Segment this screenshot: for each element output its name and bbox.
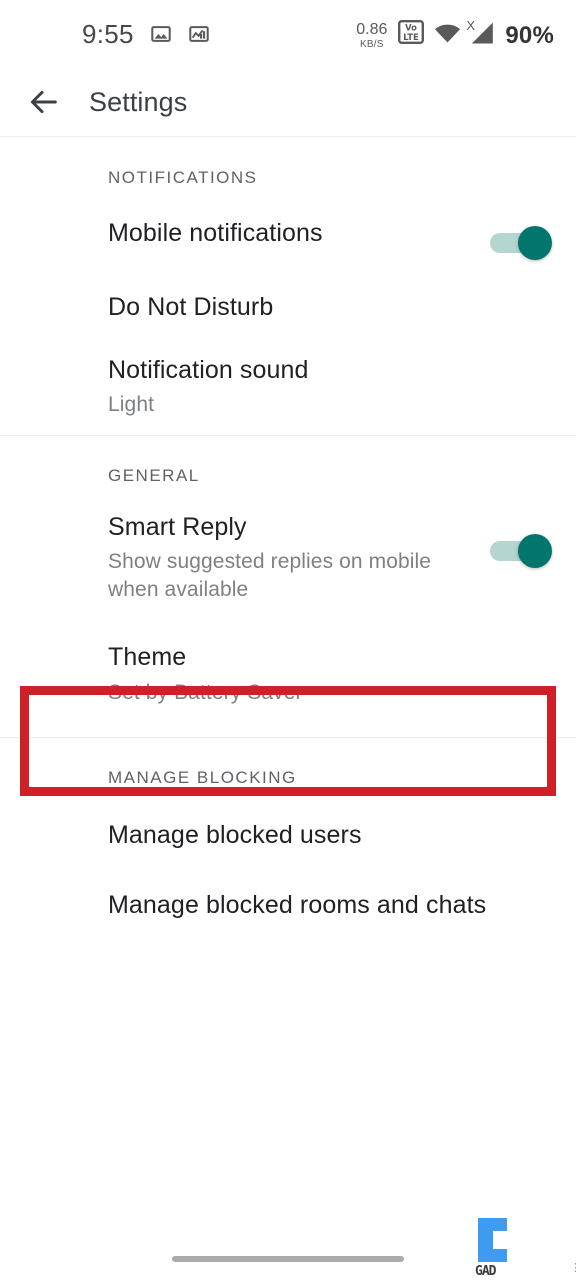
section-general: GENERAL Smart Reply Show suggested repli…: [0, 436, 576, 738]
volte-icon: Vo LTE: [398, 19, 425, 50]
row-text: Theme Set by Battery Saver: [108, 642, 552, 706]
watermark-shape-top: [493, 1218, 507, 1231]
row-do-not-disturb[interactable]: Do Not Disturb: [0, 276, 576, 339]
row-manage-blocked-users[interactable]: Manage blocked users: [0, 802, 576, 873]
section-manage-blocking: MANAGE BLOCKING Manage blocked users Man…: [0, 738, 576, 943]
network-speed-indicator: 0.86 KB/S: [356, 20, 388, 50]
status-bar-left: 9:55: [82, 19, 210, 50]
section-notifications: NOTIFICATIONS Mobile notifications Do No…: [0, 138, 576, 436]
toggle-knob: [518, 226, 552, 260]
settings-list: NOTIFICATIONS Mobile notifications Do No…: [0, 138, 576, 943]
row-title: Mobile notifications: [108, 219, 323, 247]
system-nav-bar: [0, 1238, 576, 1280]
row-title: Manage blocked users: [108, 820, 362, 849]
row-smart-reply[interactable]: Smart Reply Show suggested replies on mo…: [0, 500, 576, 616]
app-bar: Settings: [0, 68, 576, 137]
row-text: Do Not Disturb: [108, 292, 552, 323]
row-text: Mobile notifications: [108, 218, 490, 249]
row-notification-sound[interactable]: Notification sound Light: [0, 339, 576, 435]
row-text: Manage blocked users: [108, 820, 552, 851]
toggle-smart-reply[interactable]: [490, 533, 552, 568]
phone-screen: 9:55 0.86 KB/S Vo LTE X 90% Settings NOT…: [0, 0, 576, 1280]
row-subtitle: Light: [108, 393, 155, 416]
status-time: 9:55: [82, 18, 134, 49]
network-speed-value: 0.86: [356, 20, 388, 38]
row-title: Do Not Disturb: [108, 293, 274, 321]
signal-bars-icon: X: [466, 18, 495, 50]
section-header-general: GENERAL: [108, 465, 200, 485]
battery-percent: 90%: [505, 21, 554, 49]
row-text: Manage blocked rooms and chats: [108, 890, 552, 921]
status-bar: 9:55 0.86 KB/S Vo LTE X 90%: [0, 0, 576, 68]
row-title: Smart Reply: [108, 512, 247, 541]
toggle-mobile-notifications[interactable]: [490, 226, 552, 260]
row-subtitle: Set by Battery Saver: [108, 680, 303, 704]
image-icon: [150, 23, 172, 45]
network-speed-unit: KB/S: [359, 38, 384, 50]
home-gesture-pill[interactable]: [172, 1256, 404, 1262]
row-theme[interactable]: Theme Set by Battery Saver: [0, 616, 576, 736]
svg-text:LTE: LTE: [404, 32, 420, 42]
row-mobile-notifications[interactable]: Mobile notifications: [0, 202, 576, 276]
section-header-manage-blocking: MANAGE BLOCKING: [108, 767, 297, 787]
row-manage-blocked-rooms-and-chats[interactable]: Manage blocked rooms and chats: [0, 872, 576, 943]
page-title: Settings: [89, 86, 188, 117]
stocks-chart-icon: [188, 23, 210, 45]
row-text: Notification sound Light: [108, 355, 552, 419]
back-arrow-icon[interactable]: [22, 80, 66, 124]
wifi-icon: [434, 23, 461, 50]
status-bar-right: 0.86 KB/S Vo LTE X 90%: [356, 18, 554, 50]
row-title: Notification sound: [108, 355, 309, 384]
row-title: Manage blocked rooms and chats: [108, 891, 487, 920]
toggle-knob: [518, 533, 552, 568]
signal-no-service-badge: X: [466, 17, 476, 33]
row-title: Theme: [108, 643, 187, 672]
row-text: Smart Reply Show suggested replies on mo…: [108, 512, 490, 604]
section-header-notifications: NOTIFICATIONS: [108, 168, 258, 187]
row-subtitle: Show suggested replies on mobile when av…: [108, 550, 432, 602]
